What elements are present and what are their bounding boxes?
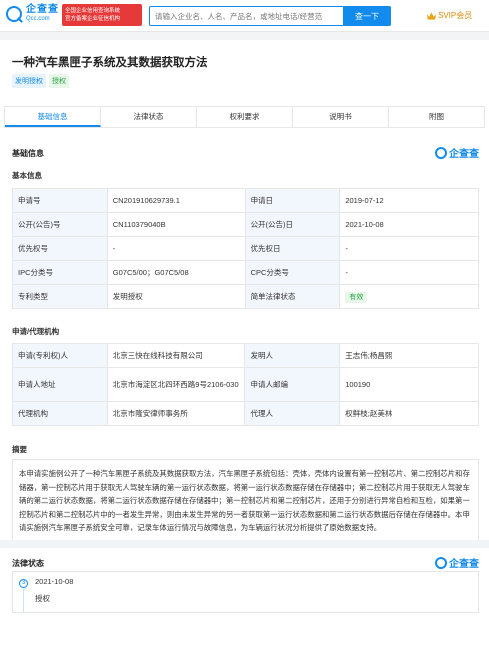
svip-member-link[interactable]: SVIP会员 [427, 10, 472, 21]
application-date-value: 2019-07-12 [339, 188, 479, 213]
legal-status-heading: 法律状态 [12, 559, 44, 568]
applicant-link[interactable]: 北京三快在线科技有限公司 [106, 343, 246, 368]
brand-name: 企查查 [449, 149, 479, 160]
abstract-heading: 摘要 [12, 445, 27, 454]
patent-type-tag: 发明授权 [12, 74, 46, 88]
priority-number-label: 优先权号 [12, 236, 108, 261]
qcc-watermark-logo: 企查查 [435, 145, 479, 160]
table-row: IPC分类号 G07C5/00；G07C5/08 CPC分类号 - [12, 260, 479, 285]
timeline-date: 2021-10-08 [35, 577, 74, 586]
qcc-logo-icon [435, 556, 447, 569]
table-row: 公开(公告)号 CN110379040B 公开(公告)日 2021-10-08 [12, 212, 479, 237]
cpc-value: - [339, 260, 479, 285]
cpc-label: CPC分类号 [244, 260, 341, 285]
logo-name: 企查查 [26, 4, 59, 15]
basic-info-table: 申请号 CN201910629739.1 申请日 2019-07-12 公开(公… [12, 188, 479, 309]
publication-date-value: 2021-10-08 [339, 212, 479, 237]
table-row: 申请(专利权)人 北京三快在线科技有限公司 发明人 王志伟;杨昌熙 [12, 343, 479, 368]
publication-number-value: CN110379040B [106, 212, 246, 237]
application-number-value: CN201910629739.1 [106, 188, 246, 213]
site-logo[interactable]: 企查查 Qcc.com [6, 5, 59, 22]
patent-title: 一种汽车黑匣子系统及其数据获取方法 [12, 57, 208, 69]
top-bar: 企查查 Qcc.com 全国企业信用查询系统 官方备案企业征信机构 查一下 SV… [0, 0, 489, 32]
ipc-value: G07C5/00；G07C5/08 [106, 260, 246, 285]
timeline-index-badge: 3 [19, 579, 28, 588]
legal-timeline: 3 2021-10-08 授权 [12, 571, 479, 613]
crown-icon [427, 11, 436, 20]
ipc-label: IPC分类号 [12, 260, 108, 285]
applicant-address-label: 申请人地址 [12, 367, 108, 402]
agency-subheading: 申请/代理机构 [12, 327, 60, 336]
svip-label: SVIP会员 [438, 11, 473, 20]
tab-basic-info[interactable]: 基础信息 [5, 107, 101, 127]
section-divider [0, 540, 489, 548]
detail-tabs: 基础信息 法律状态 权利要求 说明书 附图 [4, 106, 485, 128]
gov-badge-line1: 全国企业信用查询系统 [65, 8, 121, 14]
application-number-label: 申请号 [12, 188, 108, 213]
agent-label: 代理人 [244, 401, 341, 426]
publication-number-label: 公开(公告)号 [12, 212, 108, 237]
agency-label: 代理机构 [12, 401, 108, 426]
table-row: 申请人地址 北京市海淀区北四环西路9号2106-030 申请人邮编 100190 [12, 367, 479, 402]
gov-badge-line2: 官方备案企业征信机构 [65, 16, 121, 22]
patent-type-value: 发明授权 [106, 284, 246, 309]
inventor-label: 发明人 [244, 343, 341, 368]
tab-claims[interactable]: 权利要求 [197, 107, 293, 127]
agency-table: 申请(专利权)人 北京三快在线科技有限公司 发明人 王志伟;杨昌熙 申请人地址 … [12, 343, 479, 426]
gov-credit-badge: 全国企业信用查询系统 官方备案企业征信机构 [62, 4, 142, 26]
legal-status-badge: 有效 [345, 291, 368, 303]
applicant-label: 申请(专利权)人 [12, 343, 108, 368]
applicant-address-value: 北京市海淀区北四环西路9号2106-030 [106, 367, 246, 402]
postcode-value: 100190 [339, 367, 479, 402]
basic-info-heading: 基础信息 [12, 149, 44, 158]
patent-tags: 发明授权 授权 [12, 74, 69, 88]
priority-date-value: - [339, 236, 479, 261]
logo-domain: Qcc.com [26, 16, 50, 22]
tab-description[interactable]: 说明书 [293, 107, 389, 127]
postcode-label: 申请人邮编 [244, 367, 341, 402]
qcc-logo-icon [435, 146, 447, 159]
patent-type-label: 专利类型 [12, 284, 108, 309]
table-row: 申请号 CN201910629739.1 申请日 2019-07-12 [12, 188, 479, 213]
publication-date-label: 公开(公告)日 [244, 212, 341, 237]
priority-number-value: - [106, 236, 246, 261]
priority-date-label: 优先权日 [244, 236, 341, 261]
table-row: 优先权号 - 优先权日 - [12, 236, 479, 261]
application-date-label: 申请日 [244, 188, 341, 213]
agency-link[interactable]: 北京市隆安律师事务所 [106, 401, 246, 426]
legal-status-label: 简单法律状态 [244, 284, 341, 309]
table-row: 专利类型 发明授权 简单法律状态 有效 [12, 284, 479, 309]
qcc-watermark-logo: 企查查 [435, 555, 479, 570]
qcc-logo-icon [6, 5, 22, 22]
inventor-value: 王志伟;杨昌熙 [339, 343, 479, 368]
table-row: 代理机构 北京市隆安律师事务所 代理人 权鲜枝;赵美林 [12, 401, 479, 426]
timeline-connector [23, 589, 24, 613]
timeline-status: 授权 [35, 594, 50, 603]
tab-drawings[interactable]: 附图 [389, 107, 484, 127]
brand-name: 企查查 [449, 559, 479, 570]
basic-subheading: 基本信息 [12, 171, 42, 180]
tab-legal-status[interactable]: 法律状态 [101, 107, 197, 127]
search-button[interactable]: 查一下 [343, 6, 391, 26]
search-input[interactable] [149, 6, 343, 26]
patent-status-tag: 授权 [49, 74, 69, 88]
agent-value: 权鲜枝;赵美林 [339, 401, 479, 426]
